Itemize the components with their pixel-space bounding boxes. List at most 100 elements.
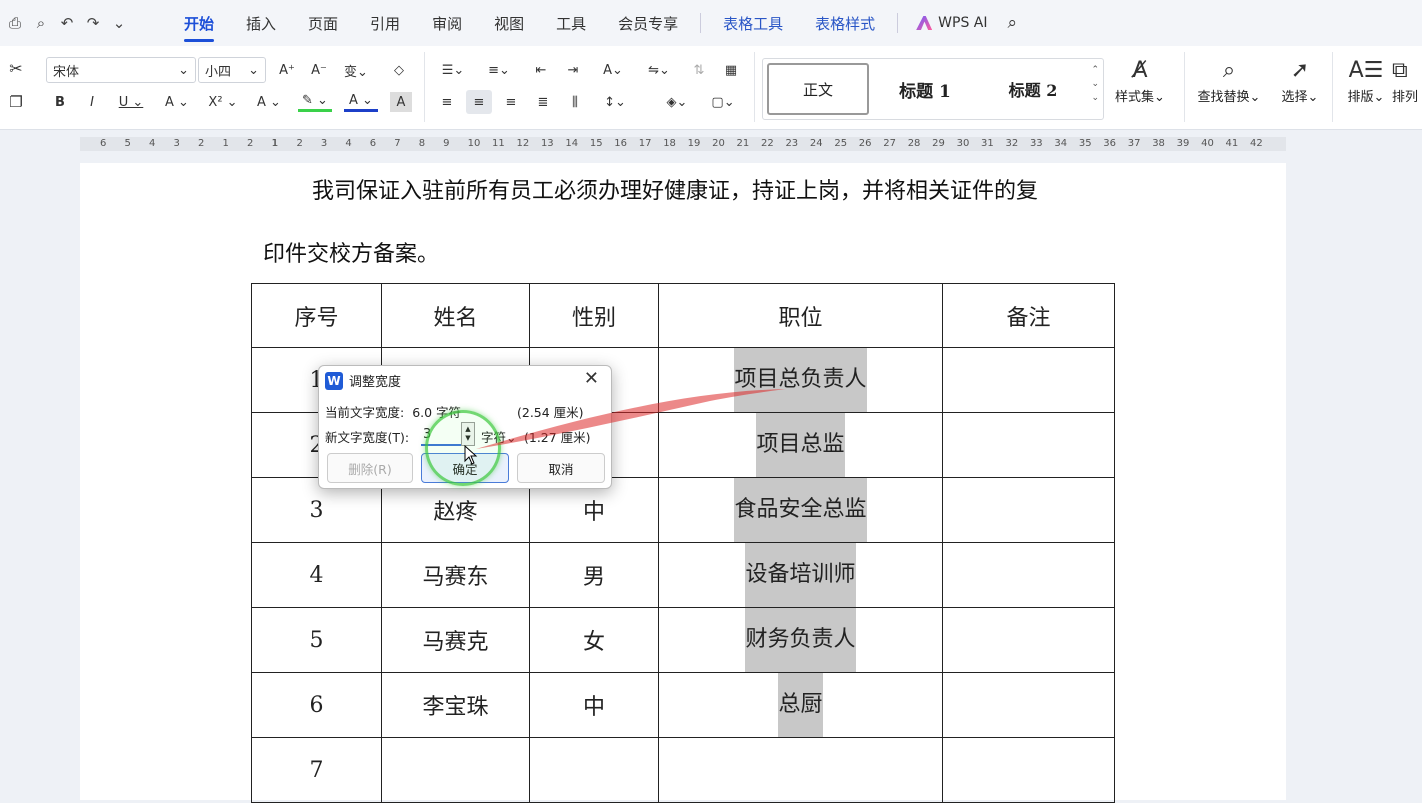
ruler-number: 5 <box>124 138 131 149</box>
header-cell-position[interactable]: 职位 <box>658 282 943 349</box>
tab-references[interactable]: 引用 <box>354 0 416 46</box>
tab-review[interactable]: 审阅 <box>416 0 478 46</box>
staff-table[interactable]: 序号 姓名 性别 职位 备注 1 项目总负责人 2 项目总监 3 赵疼中食品安全总监 4 马赛东男设备培… <box>251 282 1115 803</box>
header-cell-remark[interactable]: 备注 <box>942 282 1115 349</box>
char-spacing-icon[interactable]: A⌄ <box>596 60 630 80</box>
increase-indent-icon[interactable]: ⇥ <box>562 60 584 80</box>
cell-gender[interactable]: 女 <box>529 607 659 674</box>
cell-remark[interactable] <box>942 672 1115 739</box>
tab-home[interactable]: 开始 <box>168 0 230 46</box>
redo-icon[interactable]: ↷ <box>84 14 102 32</box>
line-spacing-icon[interactable]: ↕⌄ <box>598 92 632 112</box>
search-icon[interactable]: ⌕ <box>1007 13 1017 33</box>
shading-icon[interactable]: ◈⌄ <box>660 92 694 112</box>
char-shading-icon[interactable]: A <box>390 92 412 112</box>
font-size-select[interactable]: 小四 ⌄ <box>198 57 266 83</box>
sort-az-icon[interactable]: ⇅ <box>688 60 710 80</box>
cell-remark[interactable] <box>942 607 1115 674</box>
justify-icon[interactable]: ≣ <box>532 92 554 112</box>
decrease-indent-icon[interactable]: ⇤ <box>530 60 552 80</box>
numbered-list-icon[interactable]: ≡⌄ <box>482 60 516 80</box>
font-color-icon[interactable]: A ⌄ <box>344 92 378 112</box>
style-set-button[interactable]: A̸ 样式集⌄ <box>1110 56 1170 105</box>
undo-icon[interactable]: ↶ <box>58 14 76 32</box>
style-heading-2[interactable]: 标题 2 <box>983 63 1083 115</box>
tab-member[interactable]: 会员专享 <box>602 0 694 46</box>
tab-tools[interactable]: 工具 <box>540 0 602 46</box>
copy-icon[interactable]: ❐ <box>6 92 26 112</box>
cell-gender[interactable]: 中 <box>529 672 659 739</box>
cell-name[interactable]: 李宝珠 <box>381 672 530 739</box>
clear-format-icon[interactable]: ◇ <box>388 60 410 80</box>
cell-remark[interactable] <box>942 542 1115 609</box>
cell-position[interactable]: 总厨 <box>658 672 943 739</box>
ruler-number: 26 <box>858 138 872 149</box>
more-icon[interactable]: ⌄ <box>110 14 128 32</box>
align-left-icon[interactable]: ≡ <box>436 92 458 112</box>
phonetic-icon[interactable]: 变⌄ <box>340 60 372 80</box>
shrink-font-icon[interactable]: A⁻ <box>308 60 330 80</box>
cell-name[interactable] <box>381 737 530 803</box>
tab-table-tools[interactable]: 表格工具 <box>707 0 799 46</box>
wps-ai-button[interactable]: WPS AI ⌕ <box>916 13 1017 33</box>
cell-position[interactable]: 设备培训师 <box>658 542 943 609</box>
border-icon[interactable]: ▢⌄ <box>706 92 740 112</box>
text-effect-icon[interactable]: A ⌄ <box>252 92 286 112</box>
cell-number[interactable]: 5 <box>251 607 382 674</box>
wps-ai-label: WPS AI <box>938 15 988 31</box>
cell-gender[interactable]: 男 <box>529 542 659 609</box>
delete-button[interactable]: 删除(R) <box>327 453 413 483</box>
sort-icon[interactable]: ⇋⌄ <box>644 60 674 80</box>
cell-name[interactable]: 马赛克 <box>381 607 530 674</box>
ruler-number: 7 <box>394 138 401 149</box>
cell-number[interactable]: 7 <box>251 737 382 803</box>
style-heading-1[interactable]: 标题 1 <box>875 63 975 115</box>
tab-table-style[interactable]: 表格样式 <box>799 0 891 46</box>
cut-icon[interactable]: ✂ <box>6 58 26 78</box>
cell-remark[interactable] <box>942 347 1115 414</box>
tab-view[interactable]: 视图 <box>478 0 540 46</box>
tab-page[interactable]: 页面 <box>292 0 354 46</box>
select-button[interactable]: ➚ 选择⌄ <box>1270 56 1330 105</box>
bullet-list-icon[interactable]: ☰⌄ <box>436 60 470 80</box>
layout-icon: A☰ <box>1348 58 1384 83</box>
arrange-button[interactable]: ⧉ 排列 <box>1392 56 1422 105</box>
show-marks-icon[interactable]: ▦ <box>720 60 742 80</box>
strikethrough-icon[interactable]: A ⌄ <box>160 92 194 112</box>
header-cell-name[interactable]: 姓名 <box>381 282 530 349</box>
layout-button[interactable]: A☰ 排版⌄ <box>1336 56 1396 105</box>
align-right-icon[interactable]: ≡ <box>500 92 522 112</box>
ruler-number: 2 <box>198 138 205 149</box>
horizontal-ruler[interactable]: 6 5 4 3 2 1 2 1 1 2 3 4 6 7 8 9 10 11 12 13 14 15 16 17 18 19 20 21… <box>80 137 1286 151</box>
underline-icon[interactable]: U ⌄ <box>114 92 148 112</box>
cancel-button[interactable]: 取消 <box>517 453 605 483</box>
cell-position[interactable]: 财务负责人 <box>658 607 943 674</box>
header-cell-number[interactable]: 序号 <box>251 282 382 349</box>
highlight-color-icon[interactable]: ✎ ⌄ <box>298 92 332 112</box>
quick-access-toolbar: ⎙ ⌕ ↶ ↷ ⌄ <box>0 14 168 32</box>
cell-gender[interactable] <box>529 737 659 803</box>
cell-position[interactable]: 食品安全总监 <box>658 477 943 544</box>
align-center-icon[interactable]: ≡ <box>466 90 492 114</box>
cell-name[interactable]: 马赛东 <box>381 542 530 609</box>
style-scroll[interactable]: ⌃ ⌄ ⌄ <box>1091 63 1099 105</box>
find-replace-button[interactable]: ⌕ 查找替换⌄ <box>1196 56 1262 105</box>
cell-remark[interactable] <box>942 477 1115 544</box>
superscript-icon[interactable]: X² ⌄ <box>206 92 240 112</box>
document-page[interactable]: 我司保证入驻前所有员工必须办理好健康证，持证上岗，并将相关证件的复 印件交校方备… <box>80 163 1286 803</box>
print-preview-icon[interactable]: ⌕ <box>32 14 50 32</box>
font-name-select[interactable]: 宋体 ⌄ <box>46 57 196 83</box>
cell-position[interactable] <box>658 737 943 803</box>
tab-insert[interactable]: 插入 <box>230 0 292 46</box>
print-icon[interactable]: ⎙ <box>6 14 24 32</box>
grow-font-icon[interactable]: A⁺ <box>276 60 298 80</box>
distribute-icon[interactable]: ⫼ <box>564 92 586 112</box>
cell-number[interactable]: 4 <box>251 542 382 609</box>
header-cell-gender[interactable]: 性别 <box>529 282 659 349</box>
bold-icon[interactable]: B <box>50 92 70 112</box>
style-normal[interactable]: 正文 <box>767 63 869 115</box>
cell-number[interactable]: 6 <box>251 672 382 739</box>
cell-remark[interactable] <box>942 737 1115 803</box>
italic-icon[interactable]: I <box>82 92 102 112</box>
cell-remark[interactable] <box>942 412 1115 479</box>
